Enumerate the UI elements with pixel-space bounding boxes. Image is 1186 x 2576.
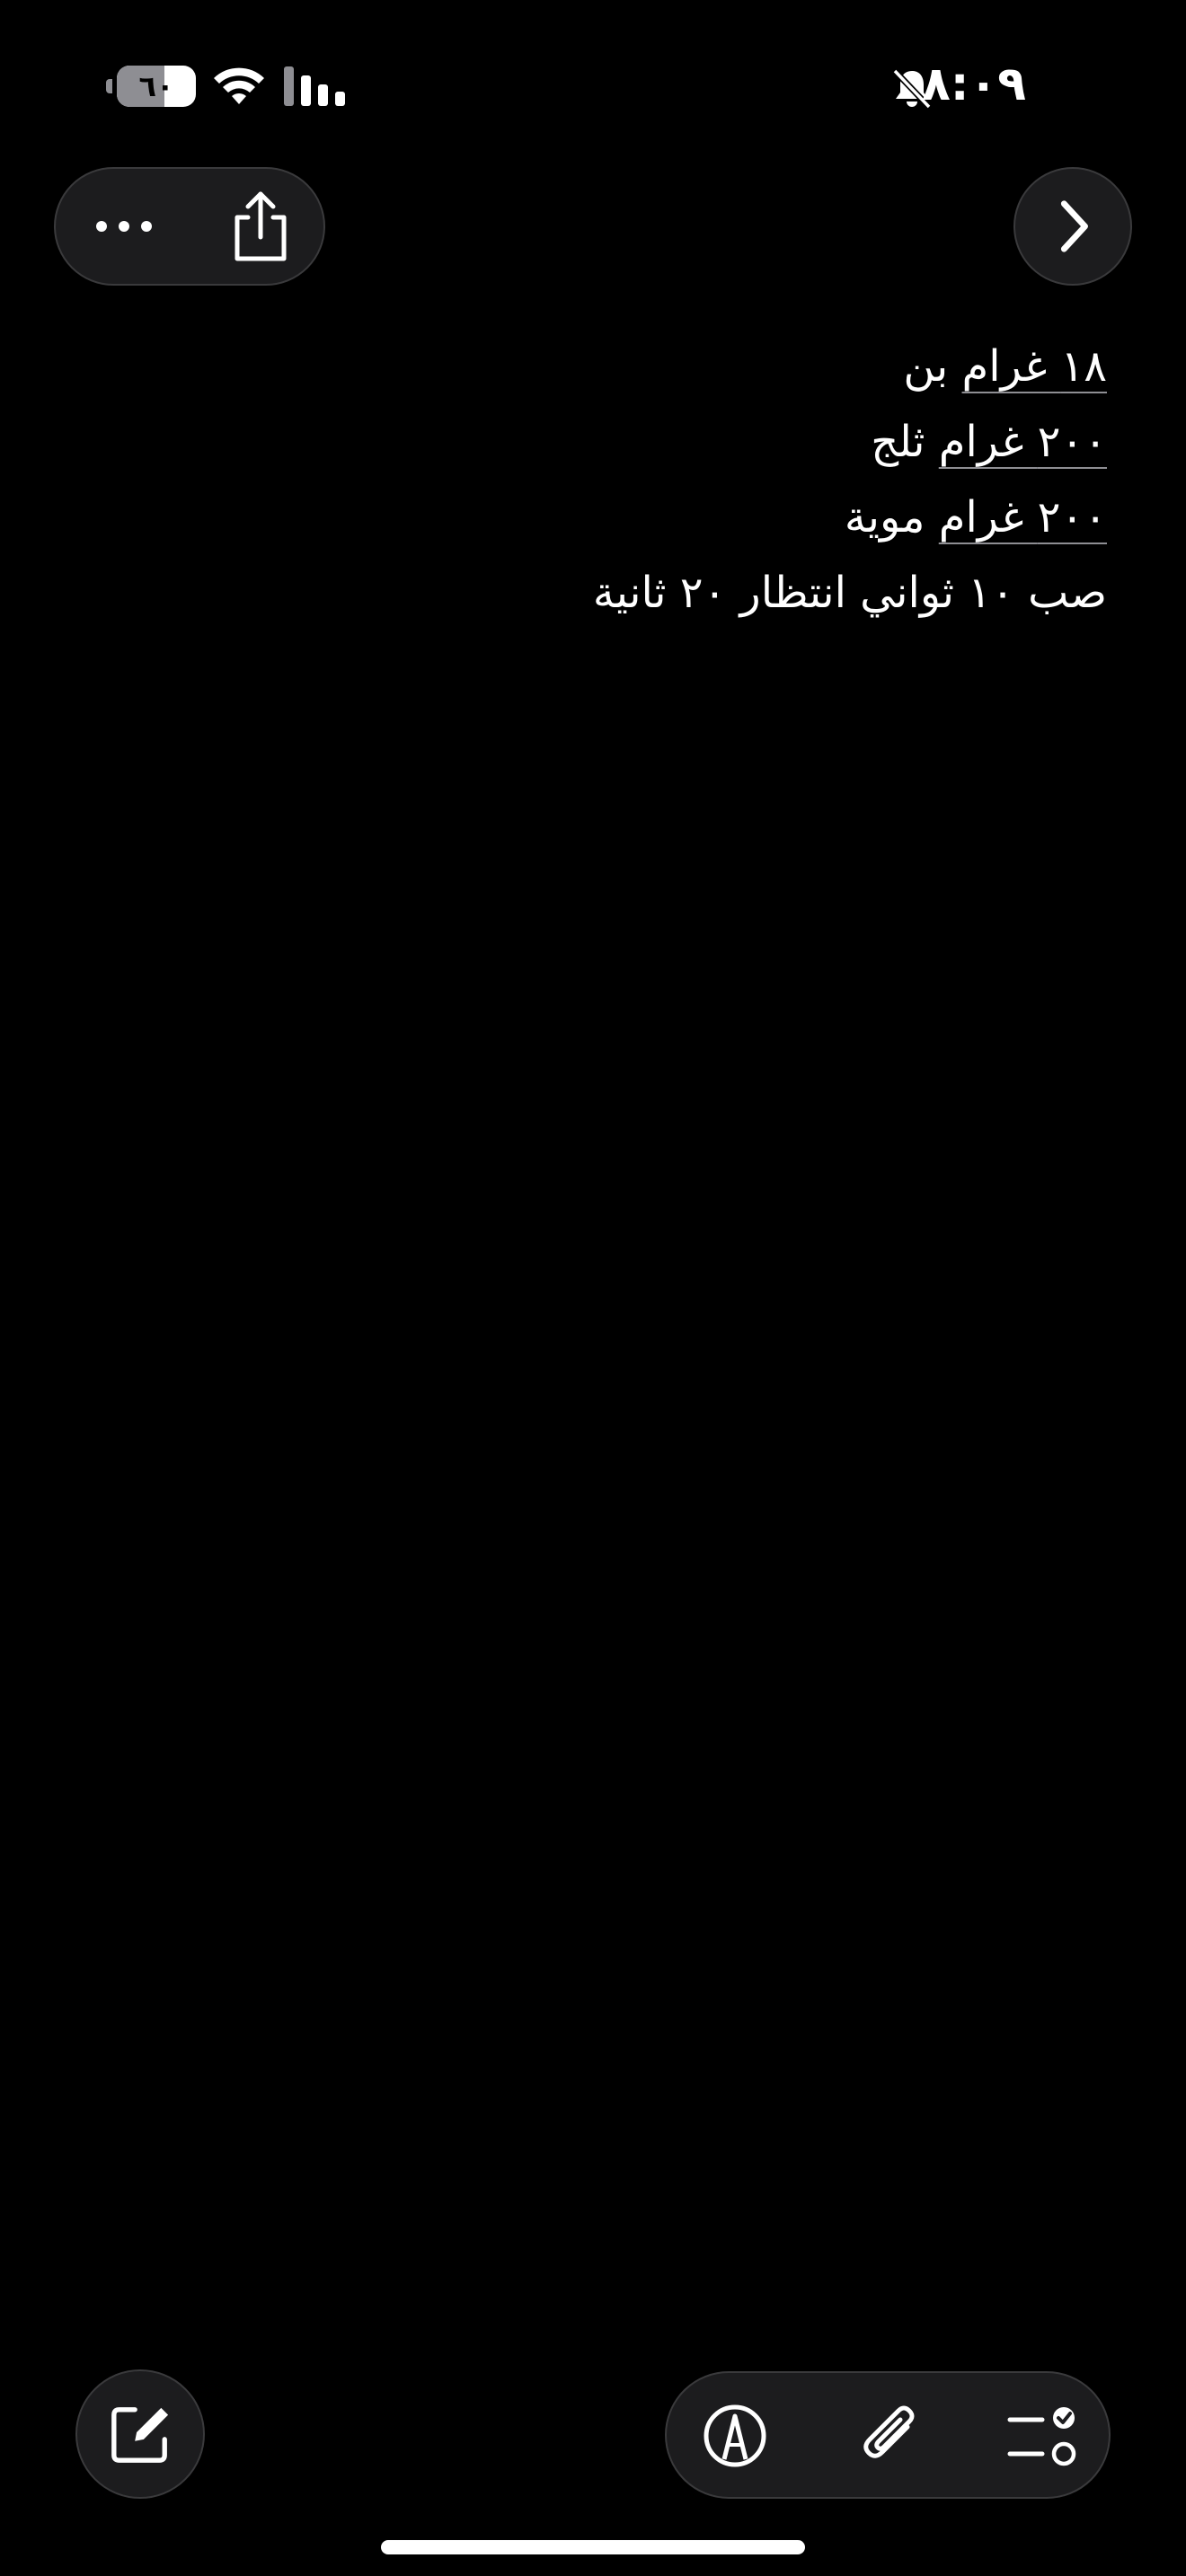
battery-level: ٦٠ (138, 69, 174, 103)
note-line-text: موية (844, 492, 939, 543)
status-time: ٨:٠٩ (921, 57, 1026, 111)
note-line-text: بن (903, 341, 962, 392)
note-body[interactable]: ١٨ غرام بن ٢٠٠ غرام ثلج ٢٠٠ غرام موية صب… (119, 329, 1107, 631)
battery-icon: ٦٠ (106, 66, 196, 107)
detected-quantity[interactable]: ١٨ غرام (962, 341, 1107, 392)
detected-quantity[interactable]: ٢٠٠ غرام (939, 492, 1107, 543)
top-actions-pill (54, 167, 325, 286)
compose-icon (111, 2407, 169, 2463)
note-line[interactable]: ٢٠٠ غرام ثلج (119, 404, 1107, 480)
note-line[interactable]: ٢٠٠ غرام موية (119, 480, 1107, 555)
note-line[interactable]: ١٨ غرام بن (119, 329, 1107, 404)
chevron-right-icon (1060, 200, 1088, 252)
note-line-text: صب ١٠ ثواني انتظار ٢٠ ثانية (592, 568, 1107, 618)
wifi-icon (212, 65, 266, 106)
cellular-signal-icon (284, 66, 345, 106)
note-line[interactable]: صب ١٠ ثواني انتظار ٢٠ ثانية (119, 555, 1107, 631)
compose-button[interactable] (75, 2369, 205, 2499)
more-ellipsis-icon[interactable] (77, 181, 171, 271)
paperclip-icon[interactable] (845, 2391, 934, 2481)
battery-body: ٦٠ (117, 66, 196, 107)
home-indicator[interactable] (381, 2540, 805, 2554)
share-icon[interactable] (216, 181, 305, 271)
forward-button[interactable] (1013, 167, 1132, 286)
detected-quantity[interactable]: ٢٠٠ غرام (939, 417, 1107, 467)
notes-screen: ٦٠ ٨:٠٩ ١٨ غرام بن ٢٠٠ غرام ثلج ٢٠٠ غرام… (0, 0, 1186, 2576)
checklist-icon[interactable] (999, 2391, 1089, 2481)
note-line-text: ثلج (871, 417, 939, 467)
bottom-tools-pill (665, 2371, 1111, 2499)
markup-pen-icon[interactable] (690, 2391, 780, 2481)
battery-cap (106, 79, 112, 93)
